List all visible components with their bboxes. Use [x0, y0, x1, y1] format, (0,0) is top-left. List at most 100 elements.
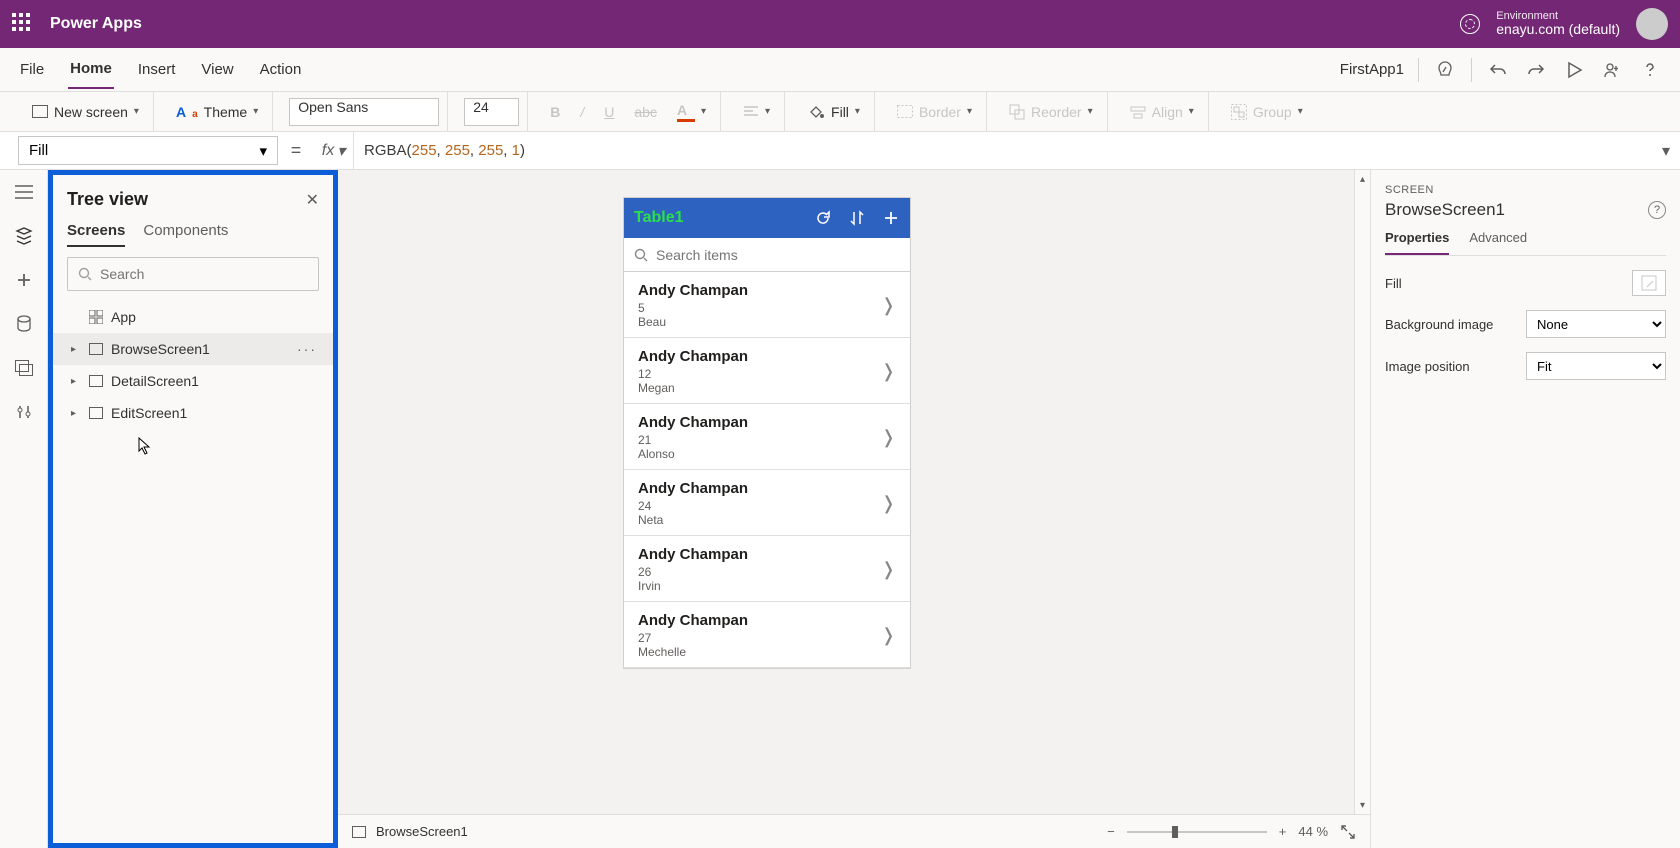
tree-node-app-label: App [111, 309, 136, 325]
play-icon[interactable] [1562, 58, 1586, 82]
list-item[interactable]: Andy Champan26Irvin❭ [624, 536, 910, 602]
prop-bgimage-label: Background image [1385, 317, 1493, 332]
font-size-input[interactable]: 24 [464, 98, 519, 126]
tree-node-editscreen[interactable]: ▸ EditScreen1 [53, 397, 333, 429]
zoom-slider[interactable] [1127, 831, 1267, 833]
tree-search-input[interactable] [100, 266, 308, 282]
tree-search[interactable] [67, 257, 319, 291]
zoom-in-button[interactable]: + [1279, 824, 1287, 839]
chevron-right-icon[interactable]: ❭ [881, 295, 896, 316]
tree-node-app[interactable]: App [53, 301, 333, 333]
tree-node-browsescreen[interactable]: ▸ BrowseScreen1 ··· [53, 333, 333, 365]
preview-search-input[interactable] [656, 247, 900, 263]
align-label: Align [1152, 104, 1183, 120]
tab-components[interactable]: Components [143, 222, 228, 247]
sort-icon[interactable] [848, 209, 866, 227]
app-preview[interactable]: Table1 Andy Champan5Beau❭Andy Champan12M… [624, 198, 910, 668]
canvas-footer: BrowseScreen1 − + 44 % [338, 814, 1370, 848]
bold-button[interactable]: B [544, 92, 566, 131]
user-avatar[interactable] [1636, 8, 1668, 40]
group-button[interactable]: Group ▾ [1225, 92, 1309, 131]
properties-panel: SCREEN BrowseScreen1 ? Properties Advanc… [1370, 170, 1680, 848]
property-selector[interactable]: Fill ▾ [18, 136, 278, 165]
underline-button[interactable]: U [598, 92, 620, 131]
list-item[interactable]: Andy Champan27Mechelle❭ [624, 602, 910, 668]
chevron-right-icon[interactable]: ❭ [881, 625, 896, 646]
tab-screens[interactable]: Screens [67, 222, 125, 247]
tree-node-more-icon[interactable]: ··· [297, 341, 317, 357]
italic-button[interactable]: / [574, 92, 590, 131]
menu-home[interactable]: Home [68, 50, 114, 89]
properties-section-label: SCREEN [1385, 184, 1666, 196]
environment-caption: Environment [1496, 10, 1620, 22]
text-align-button[interactable]: ▾ [737, 92, 776, 131]
canvas-scrollbar[interactable]: ▴ ▾ [1354, 170, 1370, 814]
tab-advanced[interactable]: Advanced [1469, 230, 1527, 255]
font-select[interactable]: Open Sans [289, 98, 439, 126]
menu-file[interactable]: File [18, 51, 46, 88]
suite-header: Power Apps Environment enayu.com (defaul… [0, 0, 1680, 48]
environment-icon[interactable] [1460, 14, 1480, 34]
item-number: 26 [638, 565, 748, 579]
tree-view-title: Tree view [67, 189, 148, 210]
preview-search[interactable] [624, 238, 910, 272]
scroll-up-icon[interactable]: ▴ [1355, 170, 1370, 188]
formula-input[interactable]: RGBA( 255, 255, 255, 1) [354, 132, 1652, 169]
fit-to-window-icon[interactable] [1340, 824, 1356, 840]
fx-button[interactable]: fx▾ [314, 132, 354, 169]
refresh-icon[interactable] [814, 209, 832, 227]
chevron-right-icon[interactable]: ❭ [881, 493, 896, 514]
app-launcher-icon[interactable] [12, 13, 34, 35]
fill-button[interactable]: Fill ▾ [801, 92, 866, 131]
tree-node-detailscreen[interactable]: ▸ DetailScreen1 [53, 365, 333, 397]
close-icon[interactable]: ✕ [306, 190, 319, 210]
item-title: Andy Champan [638, 282, 748, 299]
border-button[interactable]: Border ▾ [891, 92, 978, 131]
tab-properties[interactable]: Properties [1385, 230, 1449, 255]
font-color-button[interactable]: A ▾ [671, 92, 712, 131]
scroll-down-icon[interactable]: ▾ [1355, 796, 1370, 814]
environment-picker[interactable]: Environment enayu.com (default) [1496, 10, 1620, 37]
add-icon[interactable] [882, 209, 900, 227]
media-icon[interactable] [12, 356, 36, 380]
breadcrumb[interactable]: BrowseScreen1 [376, 824, 468, 839]
chevron-right-icon[interactable]: ❭ [881, 361, 896, 382]
item-number: 12 [638, 367, 748, 381]
zoom-out-button[interactable]: − [1107, 824, 1115, 839]
list-item[interactable]: Andy Champan24Neta❭ [624, 470, 910, 536]
new-screen-button[interactable]: New screen ▾ [26, 92, 145, 131]
formula-expand-icon[interactable]: ▾ [1652, 132, 1680, 169]
hamburger-icon[interactable] [12, 180, 36, 204]
list-item[interactable]: Andy Champan12Megan❭ [624, 338, 910, 404]
redo-icon[interactable] [1524, 58, 1548, 82]
bgimage-select[interactable]: None [1526, 310, 1666, 338]
info-icon[interactable]: ? [1648, 201, 1666, 219]
theme-button[interactable]: Aa Theme ▾ [170, 92, 264, 131]
list-item[interactable]: Andy Champan21Alonso❭ [624, 404, 910, 470]
tree-view-icon[interactable] [12, 224, 36, 248]
chevron-right-icon[interactable]: ❭ [881, 559, 896, 580]
menu-view[interactable]: View [199, 51, 235, 88]
menu-bar: File Home Insert View Action FirstApp1 [0, 48, 1680, 92]
share-icon[interactable] [1600, 58, 1624, 82]
chevron-right-icon[interactable]: ❭ [881, 427, 896, 448]
border-label: Border [919, 104, 961, 120]
help-icon[interactable] [1638, 58, 1662, 82]
strikethrough-button[interactable]: abc [628, 92, 663, 131]
app-name[interactable]: FirstApp1 [1340, 61, 1404, 78]
property-selector-value: Fill [29, 142, 48, 159]
canvas[interactable]: Table1 Andy Champan5Beau❭Andy Champan12M… [338, 170, 1370, 814]
reorder-button[interactable]: Reorder ▾ [1003, 92, 1099, 131]
align-button[interactable]: Align ▾ [1124, 92, 1200, 131]
fill-color-swatch[interactable] [1632, 270, 1666, 296]
imgpos-select[interactable]: Fit [1526, 352, 1666, 380]
insert-icon[interactable] [12, 268, 36, 292]
undo-icon[interactable] [1486, 58, 1510, 82]
menu-action[interactable]: Action [258, 51, 304, 88]
advanced-tools-icon[interactable] [12, 400, 36, 424]
list-item[interactable]: Andy Champan5Beau❭ [624, 272, 910, 338]
data-icon[interactable] [12, 312, 36, 336]
menu-insert[interactable]: Insert [136, 51, 178, 88]
app-checker-icon[interactable] [1433, 58, 1457, 82]
item-title: Andy Champan [638, 612, 748, 629]
